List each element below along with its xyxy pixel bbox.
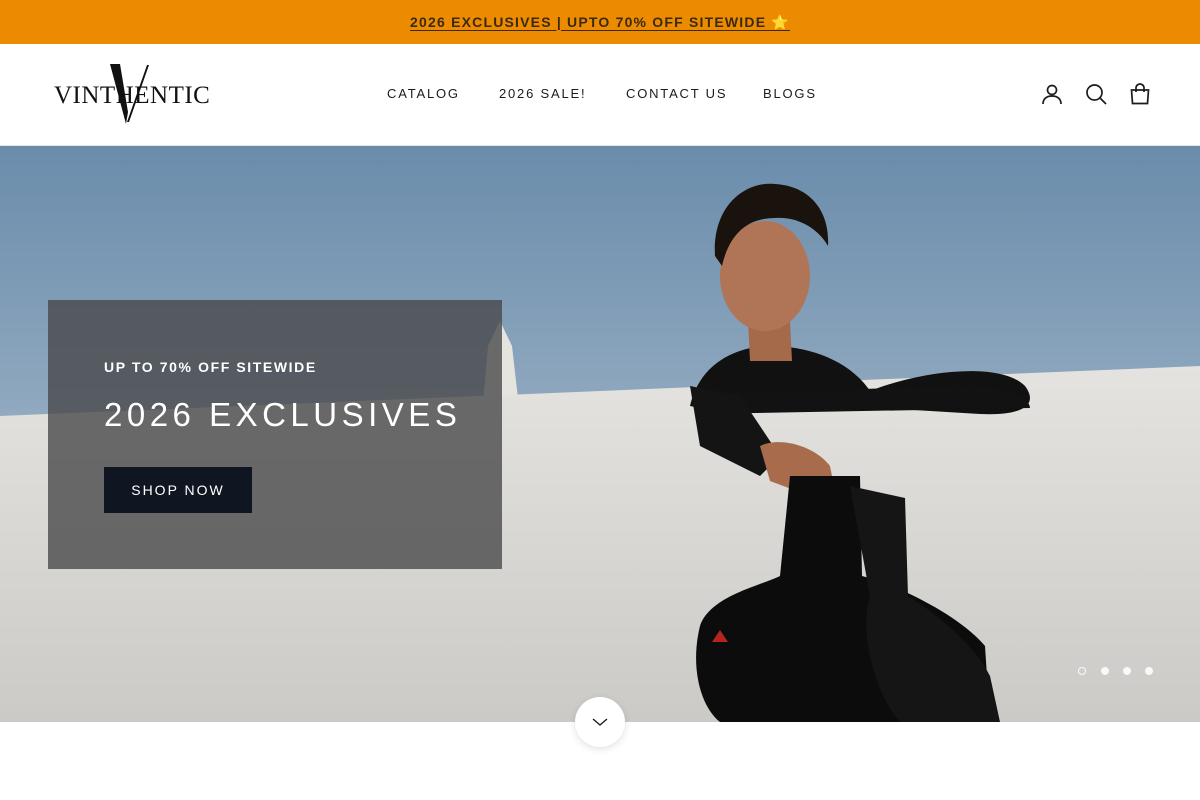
scroll-down-button[interactable] <box>575 697 625 747</box>
cart-icon[interactable] <box>1128 82 1152 106</box>
announcement-bar: 2026 EXCLUSIVES | UPTO 70% OFF SITEWIDE … <box>0 0 1200 44</box>
shop-now-button[interactable]: SHOP NOW <box>104 467 252 513</box>
promo-subtitle: UP TO 70% OFF SITEWIDE <box>104 359 317 375</box>
site-header: VINTHENTIC CATALOG 2026 SALE! CONTACT US… <box>0 44 1200 146</box>
slide-dot-2[interactable] <box>1101 667 1109 675</box>
slide-dot-4[interactable] <box>1145 667 1153 675</box>
nav-contact-us[interactable]: CONTACT US <box>626 86 727 101</box>
logo-text: VINTHENTIC <box>54 82 211 109</box>
promo-box: UP TO 70% OFF SITEWIDE 2026 EXCLUSIVES S… <box>48 300 502 569</box>
announcement-link[interactable]: 2026 EXCLUSIVES | UPTO 70% OFF SITEWIDE … <box>410 14 790 31</box>
account-icon[interactable] <box>1040 82 1064 106</box>
promo-title: 2026 EXCLUSIVES <box>104 396 462 433</box>
search-icon[interactable] <box>1084 82 1108 106</box>
nav-sale[interactable]: 2026 SALE! <box>499 86 586 101</box>
nav-catalog[interactable]: CATALOG <box>387 86 460 101</box>
nav-blogs[interactable]: BLOGS <box>763 86 817 101</box>
chevron-down-icon <box>592 718 608 726</box>
slide-dot-1[interactable] <box>1078 667 1086 675</box>
logo[interactable]: VINTHENTIC <box>54 62 210 128</box>
hero-banner: UP TO 70% OFF SITEWIDE 2026 EXCLUSIVES S… <box>0 146 1200 722</box>
slide-dot-3[interactable] <box>1123 667 1131 675</box>
